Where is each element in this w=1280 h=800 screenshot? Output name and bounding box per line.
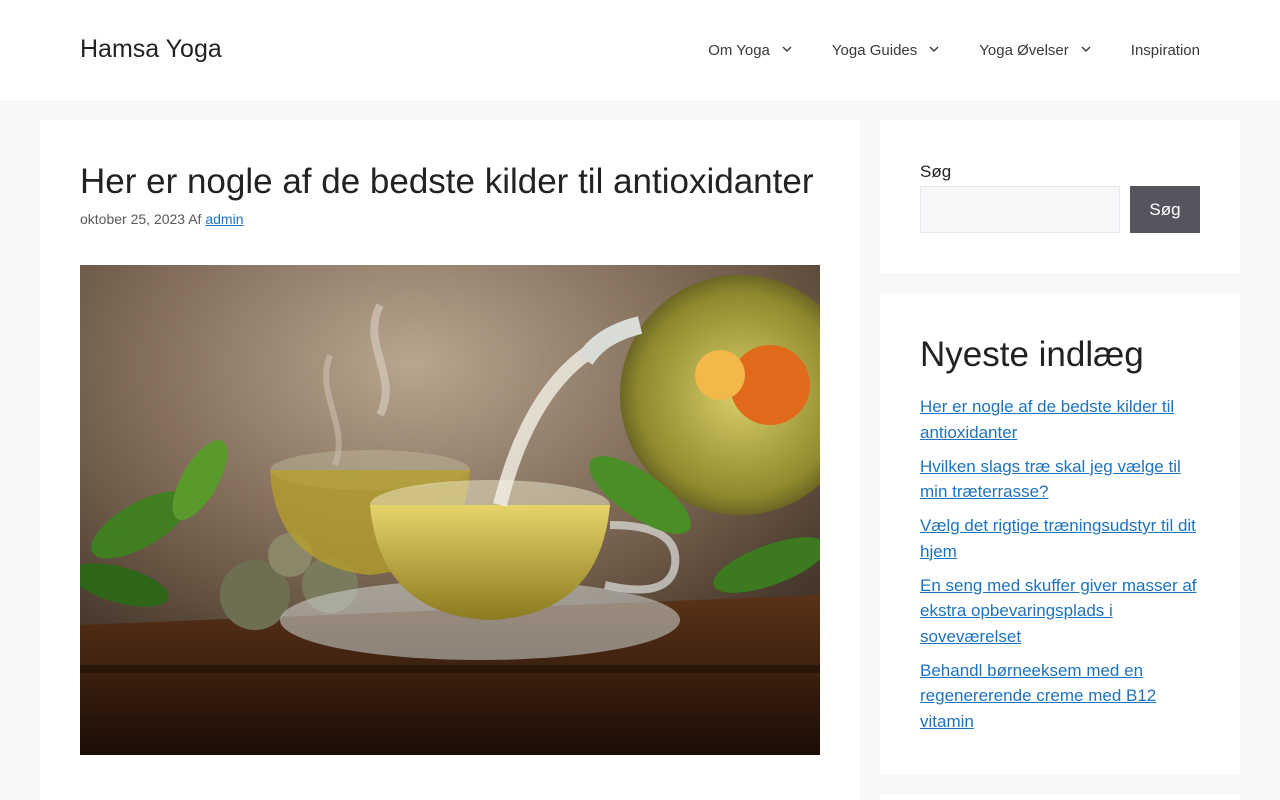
site-header: Hamsa Yoga Om Yoga Yoga Guides Yoga Øvel… [0, 0, 1280, 100]
article-meta: oktober 25, 2023 Af admin [80, 210, 243, 228]
recent-post-link[interactable]: En seng med skuffer giver masser af ekst… [920, 576, 1197, 646]
featured-image [80, 265, 820, 755]
recent-posts-title: Nyeste indlæg [920, 335, 1144, 374]
article-date: oktober 25, 2023 [80, 211, 186, 227]
chevron-down-icon [782, 44, 792, 54]
search-widget: Søg Søg [880, 120, 1240, 273]
author-link[interactable]: admin [205, 211, 243, 227]
nav-item-label: Yoga Øvelser [979, 41, 1069, 59]
search-input[interactable] [920, 186, 1120, 233]
list-item: Hvilken slags træ skal jeg vælge til min… [920, 454, 1205, 505]
site-title[interactable]: Hamsa Yoga [80, 33, 222, 65]
recent-post-link[interactable]: Her er nogle af de bedste kilder til ant… [920, 397, 1174, 442]
nav-item-yoga-guides[interactable]: Yoga Guides [812, 0, 959, 100]
article-title: Her er nogle af de bedste kilder til ant… [80, 162, 814, 201]
recent-post-link[interactable]: Vælg det rigtige træningsudstyr til dit … [920, 516, 1196, 561]
main-navigation: Om Yoga Yoga Guides Yoga Øvelser Inspira… [688, 0, 1200, 100]
recent-post-link[interactable]: Behandl børneeksem med en regenererende … [920, 661, 1156, 731]
search-button[interactable]: Søg [1130, 186, 1200, 233]
chevron-down-icon [929, 44, 939, 54]
next-widget [880, 795, 1240, 800]
recent-posts-widget: Nyeste indlæg Her er nogle af de bedste … [880, 293, 1240, 775]
list-item: Her er nogle af de bedste kilder til ant… [920, 394, 1205, 445]
search-label: Søg [920, 162, 952, 181]
nav-item-label: Om Yoga [708, 41, 770, 59]
list-item: Behandl børneeksem med en regenererende … [920, 658, 1205, 735]
nav-item-label: Inspiration [1130, 41, 1200, 59]
nav-item-om-yoga[interactable]: Om Yoga [688, 0, 812, 100]
chevron-down-icon [1081, 44, 1091, 54]
recent-posts-list: Her er nogle af de bedste kilder til ant… [920, 394, 1205, 743]
article: Her er nogle af de bedste kilder til ant… [40, 120, 860, 800]
list-item: En seng med skuffer giver masser af ekst… [920, 573, 1205, 650]
list-item: Vælg det rigtige træningsudstyr til dit … [920, 513, 1205, 564]
nav-item-inspiration[interactable]: Inspiration [1111, 0, 1200, 100]
tea-pot-pouring-image [80, 265, 820, 755]
nav-item-yoga-ovelser[interactable]: Yoga Øvelser [959, 0, 1111, 100]
nav-item-label: Yoga Guides [831, 41, 918, 59]
article-by-label: Af [188, 211, 202, 227]
recent-post-link[interactable]: Hvilken slags træ skal jeg vælge til min… [920, 457, 1181, 502]
